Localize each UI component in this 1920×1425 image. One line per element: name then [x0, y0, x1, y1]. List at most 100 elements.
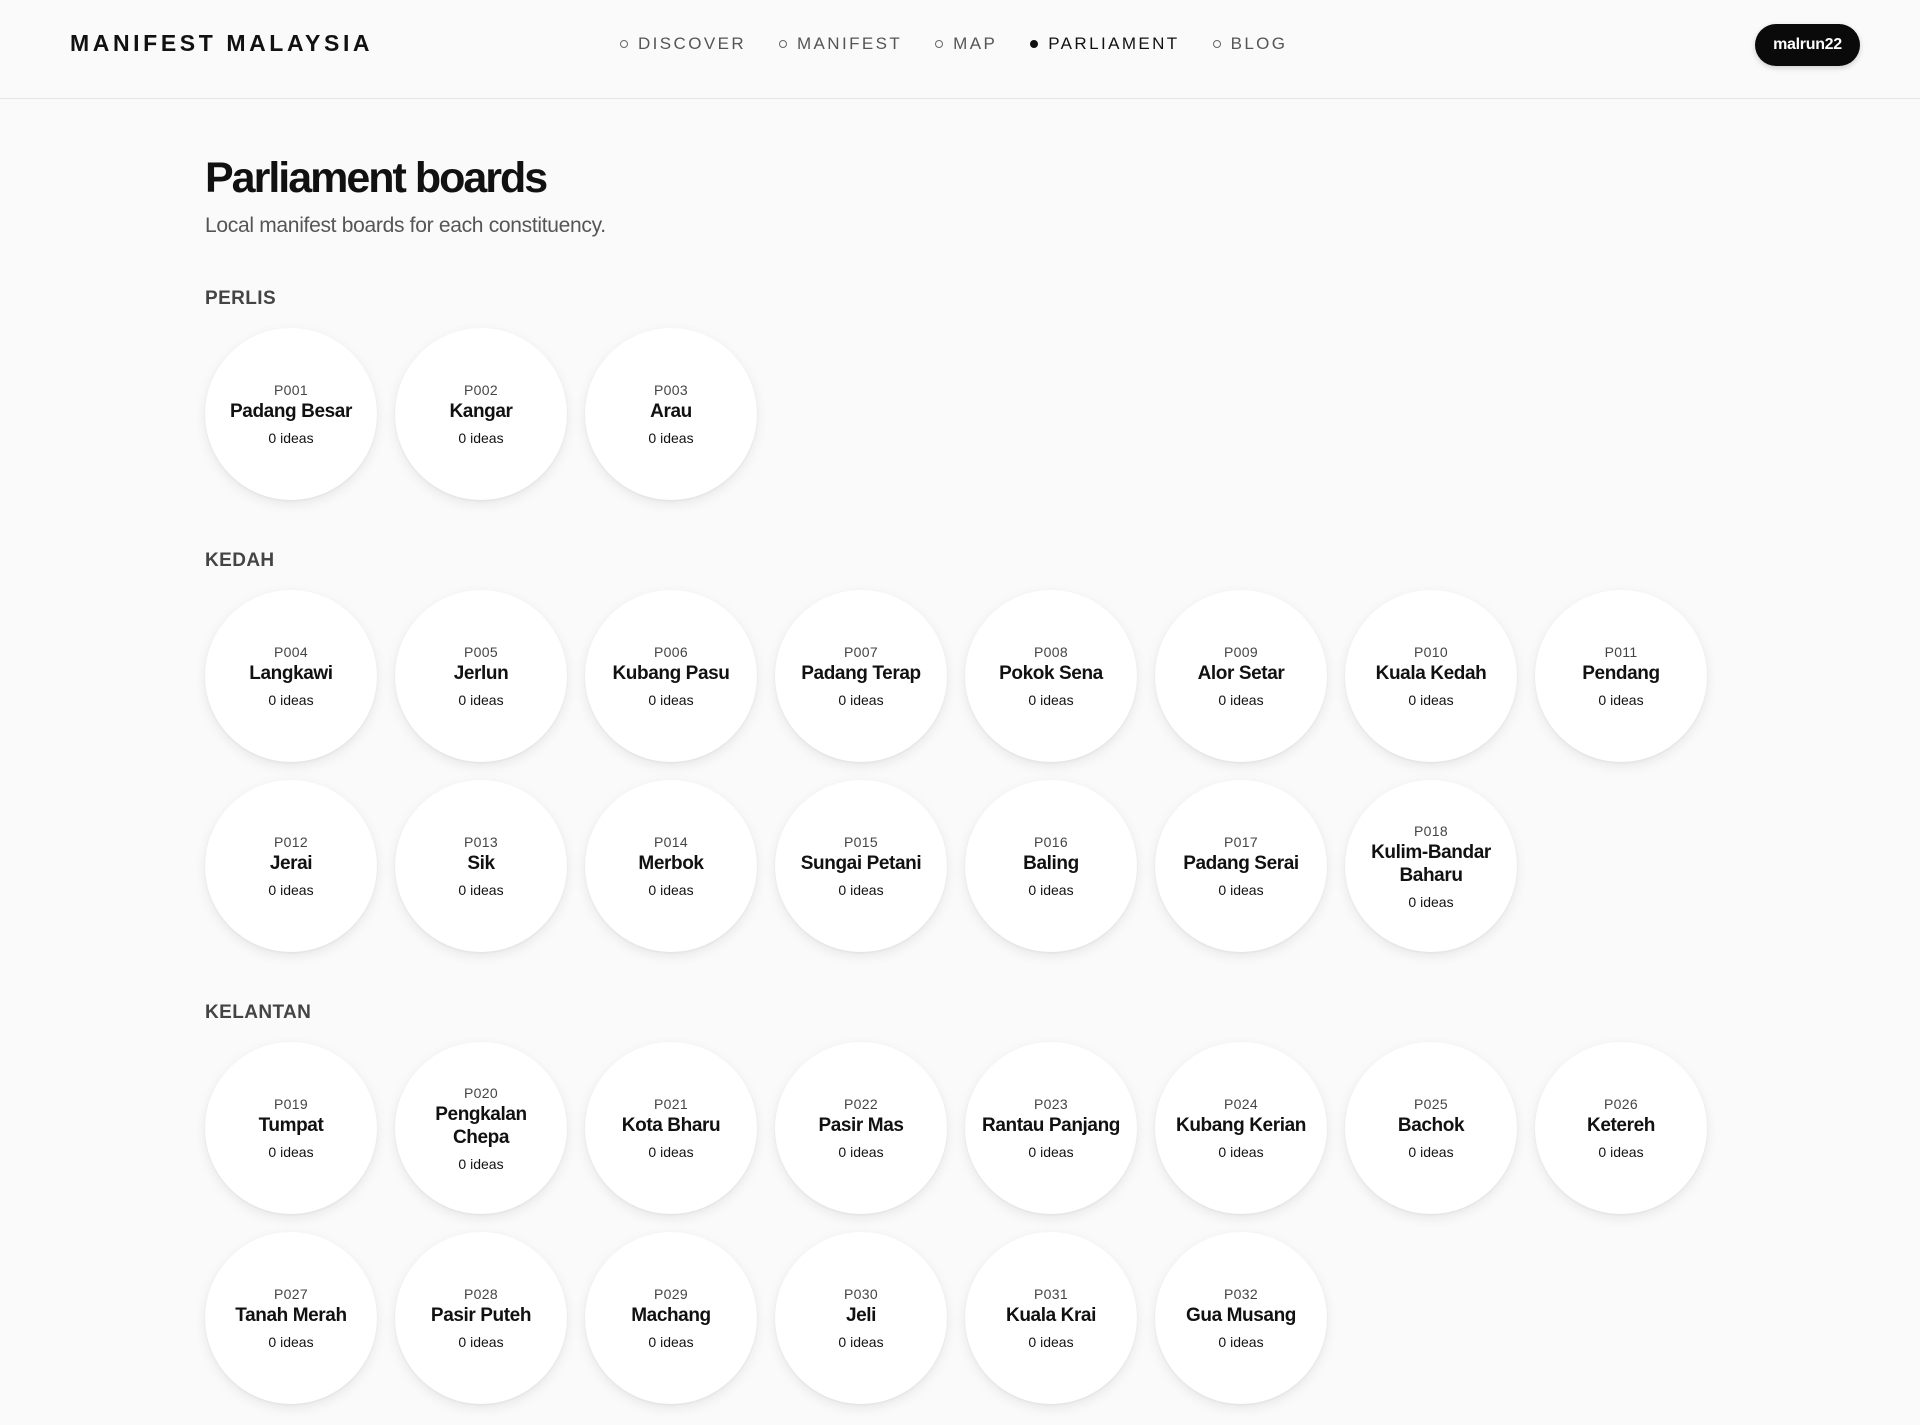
board-circle[interactable]: P022 Pasir Mas 0 ideas — [775, 1042, 947, 1214]
top-bar: MANIFEST MALAYSIA DISCOVER MANIFEST MAP … — [0, 0, 1920, 99]
board-idea-count: 0 ideas — [838, 1334, 884, 1350]
board-circle[interactable]: P017 Padang Serai 0 ideas — [1155, 780, 1327, 952]
board-idea-count: 0 ideas — [1408, 893, 1454, 910]
board-circle[interactable]: P008 Pokok Sena 0 ideas — [965, 590, 1137, 762]
board-name: Gua Musang — [1185, 1305, 1296, 1326]
board-circle[interactable]: P021 Kota Bharu 0 ideas — [585, 1042, 757, 1214]
board-code: P012 — [274, 834, 308, 850]
board-name: Padang Besar — [230, 401, 352, 422]
board-idea-count: 0 ideas — [268, 882, 314, 898]
board-code: P019 — [274, 1096, 308, 1112]
board-circle[interactable]: P024 Kubang Kerian 0 ideas — [1155, 1042, 1327, 1214]
board-code: P013 — [464, 834, 498, 850]
nav-item-parliament[interactable]: PARLIAMENT — [1030, 34, 1179, 54]
board-circle[interactable]: P014 Merbok 0 ideas — [585, 780, 757, 952]
user-menu-button[interactable]: malrun22 — [1755, 24, 1860, 66]
board-code: P004 — [274, 644, 308, 660]
board-idea-count: 0 ideas — [1028, 1334, 1074, 1350]
board-idea-count: 0 ideas — [648, 692, 694, 708]
nav-item-discover[interactable]: DISCOVER — [620, 34, 746, 54]
page-subtitle: Local manifest boards for each constitue… — [205, 214, 606, 237]
board-name: Kubang Kerian — [1176, 1115, 1306, 1136]
board-code: P010 — [1414, 644, 1448, 660]
board-idea-count: 0 ideas — [838, 1144, 884, 1160]
board-name: Langkawi — [249, 663, 333, 684]
board-circle[interactable]: P002 Kangar 0 ideas — [395, 328, 567, 500]
board-idea-count: 0 ideas — [648, 1334, 694, 1350]
board-idea-count: 0 ideas — [1218, 1334, 1264, 1350]
board-code: P016 — [1034, 834, 1068, 850]
board-name: Sungai Petani — [800, 853, 922, 874]
board-circle[interactable]: P025 Bachok 0 ideas — [1345, 1042, 1517, 1214]
board-code: P028 — [464, 1286, 498, 1302]
board-circle[interactable]: P011 Pendang 0 ideas — [1535, 590, 1707, 762]
board-circle[interactable]: P026 Ketereh 0 ideas — [1535, 1042, 1707, 1214]
board-circle[interactable]: P019 Tumpat 0 ideas — [205, 1042, 377, 1214]
nav-indicator-icon — [779, 40, 787, 48]
board-circle[interactable]: P003 Arau 0 ideas — [585, 328, 757, 500]
board-circle[interactable]: P013 Sik 0 ideas — [395, 780, 567, 952]
board-circle[interactable]: P032 Gua Musang 0 ideas — [1155, 1232, 1327, 1404]
board-circle[interactable]: P031 Kuala Krai 0 ideas — [965, 1232, 1137, 1404]
board-code: P014 — [654, 834, 688, 850]
board-idea-count: 0 ideas — [1028, 882, 1074, 898]
board-circle[interactable]: P029 Machang 0 ideas — [585, 1232, 757, 1404]
board-circle[interactable]: P027 Tanah Merah 0 ideas — [205, 1232, 377, 1404]
board-idea-count: 0 ideas — [458, 1155, 504, 1172]
nav-indicator-icon — [935, 40, 944, 48]
board-circle[interactable]: P016 Baling 0 ideas — [965, 780, 1137, 952]
board-circle[interactable]: P015 Sungai Petani 0 ideas — [775, 780, 947, 952]
state-heading: PERLIS — [205, 288, 277, 309]
board-code: P032 — [1224, 1286, 1258, 1302]
board-idea-count: 0 ideas — [838, 692, 884, 708]
board-circle[interactable]: P005 Jerlun 0 ideas — [395, 590, 567, 762]
board-idea-count: 0 ideas — [838, 882, 884, 898]
brand-logo[interactable]: MANIFEST MALAYSIA — [70, 30, 373, 57]
board-code: P002 — [464, 382, 498, 398]
board-idea-count: 0 ideas — [268, 430, 314, 446]
nav-item-blog[interactable]: BLOG — [1212, 34, 1288, 54]
board-circle[interactable]: P001 Padang Besar 0 ideas — [205, 328, 377, 500]
nav-item-map[interactable]: MAP — [935, 34, 997, 54]
board-circle[interactable]: P010 Kuala Kedah 0 ideas — [1345, 590, 1517, 762]
board-idea-count: 0 ideas — [1028, 692, 1074, 708]
board-name: Kubang Pasu — [612, 663, 730, 684]
nav-item-manifest[interactable]: MANIFEST — [779, 34, 902, 54]
nav-label: PARLIAMENT — [1048, 34, 1180, 53]
nav-label: MANIFEST — [797, 34, 903, 53]
states-list: PERLIS P001 Padang Besar 0 ideas P002 Kangar 0… — [205, 288, 1765, 1404]
board-circle[interactable]: P018 Kulim-Bandar Baharu 0 ideas — [1345, 780, 1517, 952]
board-idea-count: 0 ideas — [268, 1144, 314, 1160]
board-circle[interactable]: P030 Jeli 0 ideas — [775, 1232, 947, 1404]
nav-indicator-icon — [1212, 40, 1221, 48]
board-code: P009 — [1224, 644, 1258, 660]
board-name: Rantau Panjang — [982, 1115, 1120, 1136]
board-name: Arau — [650, 401, 692, 422]
board-idea-count: 0 ideas — [648, 882, 694, 898]
board-code: P015 — [844, 834, 878, 850]
main-content: Parliament boards Local manifest boards … — [205, 150, 1765, 1404]
board-name: Padang Serai — [1183, 853, 1299, 874]
board-circle[interactable]: P020 Pengkalan Chepa 0 ideas — [395, 1042, 567, 1214]
board-name: Alor Setar — [1197, 663, 1285, 684]
board-idea-count: 0 ideas — [1218, 692, 1264, 708]
board-idea-count: 0 ideas — [458, 692, 504, 708]
state-section: KEDAH P004 Langkawi 0 ideas P005 Jerlun 0 idea… — [205, 550, 1765, 952]
board-code: P030 — [844, 1286, 878, 1302]
board-grid: P019 Tumpat 0 ideas P020 Pengkalan Chepa 0 id… — [205, 1042, 1765, 1404]
board-code: P011 — [1604, 644, 1638, 660]
board-code: P024 — [1224, 1096, 1258, 1112]
board-circle[interactable]: P028 Pasir Puteh 0 ideas — [395, 1232, 567, 1404]
board-circle[interactable]: P004 Langkawi 0 ideas — [205, 590, 377, 762]
state-section: PERLIS P001 Padang Besar 0 ideas P002 Kangar 0… — [205, 288, 1765, 500]
board-circle[interactable]: P006 Kubang Pasu 0 ideas — [585, 590, 757, 762]
board-circle[interactable]: P023 Rantau Panjang 0 ideas — [965, 1042, 1137, 1214]
board-circle[interactable]: P012 Jerai 0 ideas — [205, 780, 377, 952]
board-code: P003 — [654, 382, 688, 398]
board-circle[interactable]: P009 Alor Setar 0 ideas — [1155, 590, 1327, 762]
board-circle[interactable]: P007 Padang Terap 0 ideas — [775, 590, 947, 762]
nav-label: MAP — [953, 34, 998, 53]
board-idea-count: 0 ideas — [268, 692, 314, 708]
board-idea-count: 0 ideas — [458, 882, 504, 898]
board-code: P025 — [1414, 1096, 1448, 1112]
